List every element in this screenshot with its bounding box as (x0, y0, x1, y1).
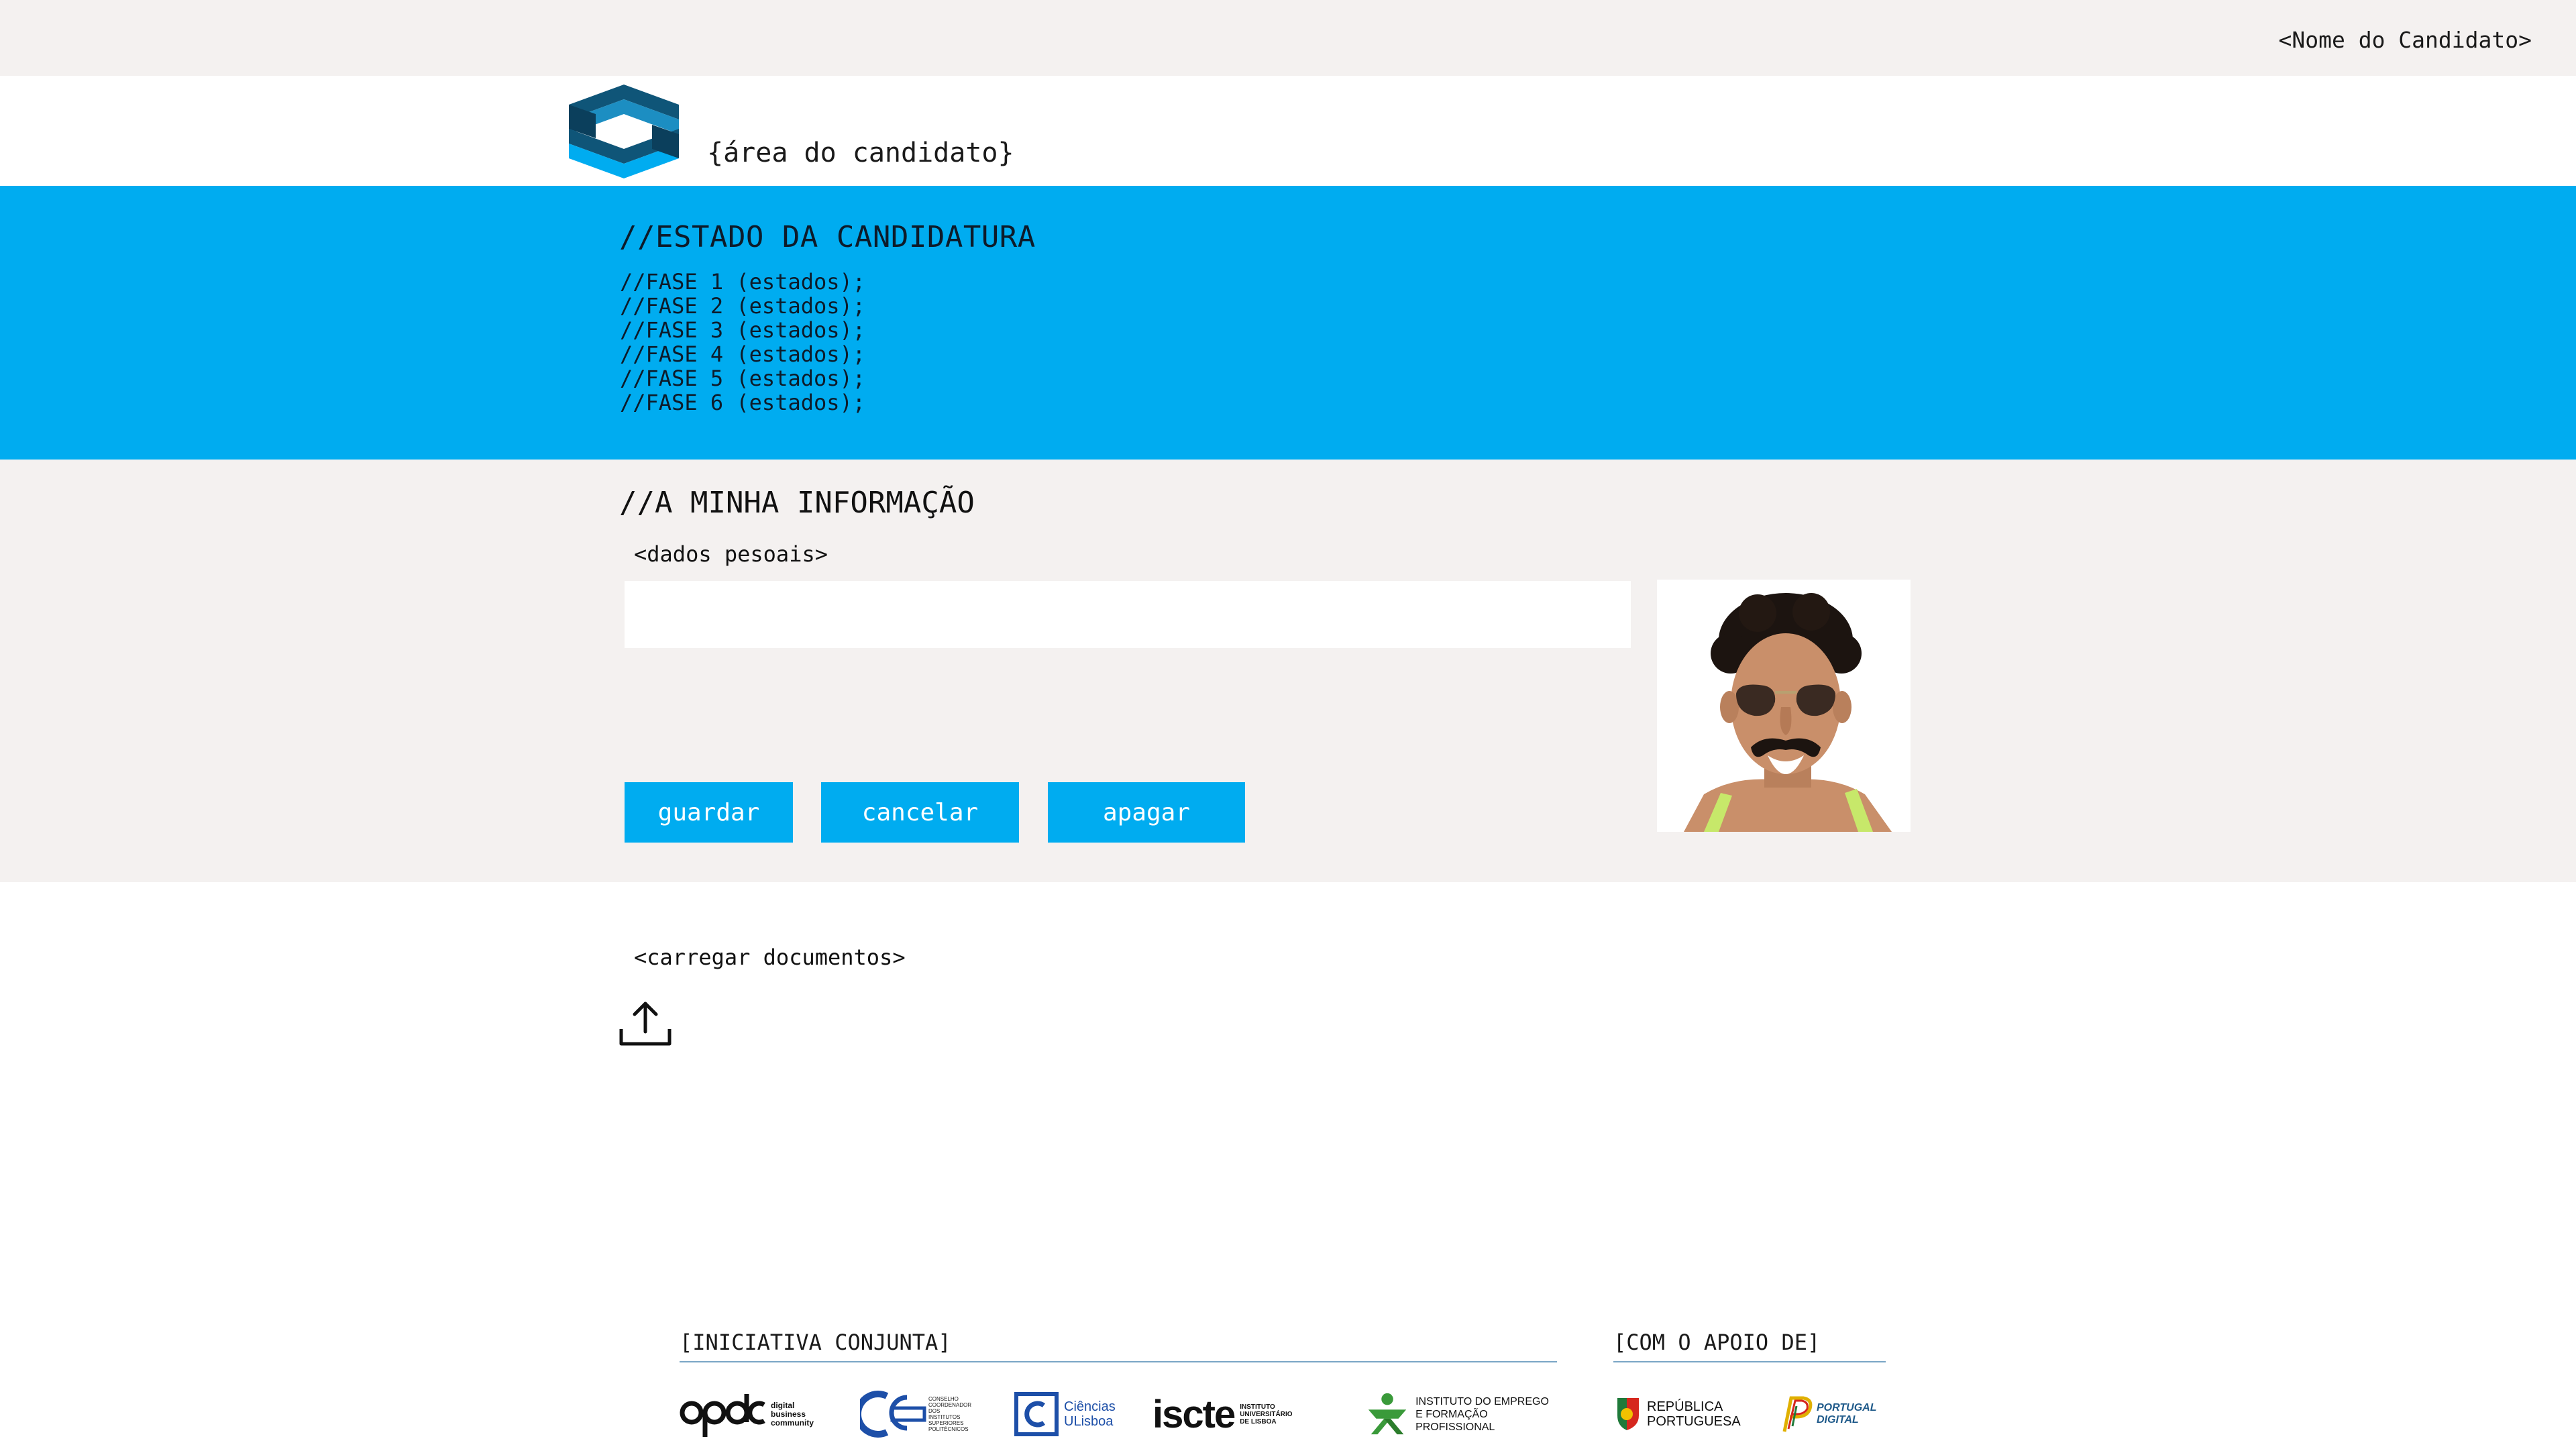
cancel-button[interactable]: cancelar (821, 782, 1019, 843)
ulisboa-text: ULisboa (1064, 1414, 1114, 1429)
ciencias-ulisboa-logo[interactable]: Ciências ULisboa (1014, 1387, 1128, 1441)
iefp-logo[interactable]: INSTITUTO DO EMPREGO E FORMAÇÃO PROFISSI… (1364, 1387, 1566, 1441)
ciencias-mark-icon (1014, 1392, 1059, 1436)
profile-photo-image (1657, 580, 1911, 832)
status-heading: //ESTADO DA CANDIDATURA (619, 220, 1036, 254)
divider (680, 1361, 1557, 1362)
apdc-text: business (771, 1409, 806, 1419)
portugal-digital-text: DIGITAL (1817, 1414, 1859, 1426)
company-logo[interactable] (569, 85, 679, 178)
area-title: {área do candidato} (707, 138, 1014, 168)
delete-button[interactable]: apagar (1048, 782, 1245, 843)
portugal-digital-text: PORTUGAL (1817, 1402, 1877, 1413)
top-bar (0, 0, 2576, 76)
iefp-text: E FORMAÇÃO PROFISSIONAL (1415, 1408, 1495, 1433)
ciencias-text: Ciências (1064, 1399, 1116, 1414)
apdc-text: community (771, 1417, 814, 1428)
apdc-mark-icon (680, 1394, 765, 1437)
fase-list: //FASE 1 (estados); //FASE 2 (estados); … (620, 270, 865, 415)
divider (1613, 1361, 1886, 1362)
republica-text: PORTUGUESA (1647, 1414, 1741, 1429)
profile-photo[interactable] (1657, 580, 1911, 832)
iscte-text: UNIVERSITÁRIO (1240, 1410, 1293, 1418)
iscte-text: DE LISBOA (1240, 1417, 1277, 1426)
ccisp-text: SUPERIORES (928, 1420, 964, 1426)
iscte-logo[interactable]: iscte INSTITUTO UNIVERSITÁRIO DE LISBOA (1152, 1387, 1340, 1441)
iscte-wordmark: iscte (1152, 1392, 1236, 1436)
ccisp-mark-icon (860, 1391, 926, 1438)
portugal-digital-logo[interactable]: PORTUGAL DIGITAL (1780, 1387, 1888, 1441)
fase-item: //FASE 6 (estados); (620, 390, 866, 415)
com-o-apoio-label: [COM O APOIO DE] (1613, 1330, 1821, 1355)
upload-documents-label: <carregar documentos> (634, 945, 906, 970)
candidate-name[interactable]: <Nome do Candidato> (2279, 27, 2532, 53)
ccisp-text: CONSELHO (928, 1396, 959, 1402)
iefp-text: INSTITUTO DO EMPREGO (1415, 1395, 1549, 1407)
portugal-digital-mark-icon (1782, 1396, 1813, 1432)
status-band (0, 186, 2576, 460)
republica-portuguesa-logo[interactable]: REPÚBLICA PORTUGUESA (1613, 1387, 1741, 1441)
save-button[interactable]: guardar (625, 782, 793, 843)
iefp-mark-icon (1368, 1393, 1407, 1435)
republica-mark-icon (1617, 1398, 1639, 1430)
fase-item: //FASE 4 (estados); (620, 341, 866, 367)
iscte-text: INSTITUTO (1240, 1403, 1275, 1411)
upload-icon[interactable] (619, 1000, 672, 1048)
fase-item: //FASE 2 (estados); (620, 293, 866, 319)
header (0, 76, 2576, 186)
fase-item: //FASE 1 (estados); (620, 269, 866, 294)
fase-item: //FASE 5 (estados); (620, 366, 866, 391)
info-heading: //A MINHA INFORMAÇÃO (619, 486, 975, 520)
ccisp-text: POLITÉCNICOS (928, 1426, 969, 1432)
republica-text: REPÚBLICA (1647, 1399, 1723, 1414)
info-section (0, 460, 2576, 882)
ccisp-text: COORDENADOR (928, 1402, 972, 1408)
dados-pessoais-input[interactable] (625, 581, 1631, 648)
ccisp-text: DOS (928, 1408, 941, 1414)
ccisp-logo[interactable]: CONSELHO COORDENADOR DOS INSTITUTOS SUPE… (860, 1387, 987, 1441)
dados-pessoais-label: <dados pesoais> (634, 541, 828, 567)
fase-item: //FASE 3 (estados); (620, 317, 866, 343)
ccisp-text: INSTITUTOS (928, 1414, 961, 1420)
iniciativa-conjunta-label: [INICIATIVA CONJUNTA] (680, 1330, 951, 1355)
apdc-logo[interactable]: digital business community (680, 1387, 834, 1441)
apdc-text: digital (771, 1400, 795, 1410)
